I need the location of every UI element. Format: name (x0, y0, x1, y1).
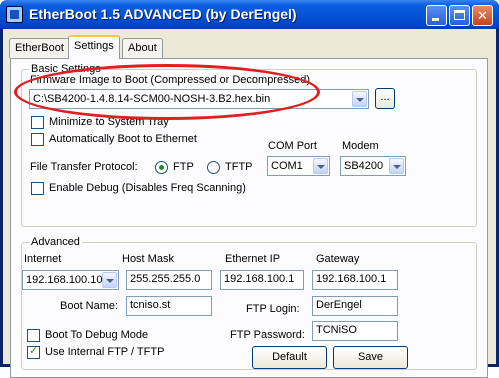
ftp-login-input[interactable]: DerEngel (312, 296, 398, 316)
internet-value: 192.168.100.10 (26, 274, 103, 286)
gateway-label: Gateway (316, 253, 360, 265)
internet-label: Internet (24, 253, 62, 265)
client-area: EtherBoot Settings About Basic Settings … (3, 29, 496, 378)
ethernet-ip-input[interactable]: 192.168.100.1 (220, 270, 304, 290)
radio-selected-dot (159, 165, 164, 170)
save-button[interactable]: Save (333, 346, 408, 369)
firmware-label: Firmware Image to Boot (Compressed or De… (30, 74, 310, 86)
ftp-radio[interactable] (155, 161, 168, 174)
debug-label: Enable Debug (Disables Freq Scanning) (49, 182, 246, 194)
firmware-select[interactable]: C:\SB4200-1.4.8.14-SCM00-NOSH-3.B2.hex.b… (29, 89, 369, 109)
debug-mode-label: Boot To Debug Mode (45, 329, 149, 341)
modem-value: SB4200 (344, 160, 384, 172)
tftp-radio[interactable] (207, 161, 220, 174)
browse-button[interactable]: ... (375, 88, 395, 109)
chevron-down-icon[interactable] (313, 158, 328, 174)
minimize-icon (432, 18, 439, 21)
advanced-group: Advanced Internet Host Mask Ethernet IP … (21, 236, 477, 370)
com-port-label: COM Port (268, 140, 317, 152)
boot-name-input[interactable]: tcniso.st (126, 296, 212, 316)
title-bar[interactable]: EtherBoot 1.5 ADVANCED (by DerEngel) ✕ (0, 0, 499, 29)
internet-select[interactable]: 192.168.100.10 (22, 270, 119, 290)
app-window: EtherBoot 1.5 ADVANCED (by DerEngel) ✕ E… (0, 0, 499, 378)
chevron-down-icon[interactable] (389, 158, 404, 174)
close-icon: ✕ (477, 8, 488, 23)
chevron-down-icon[interactable] (352, 91, 367, 107)
boot-name-label: Boot Name: (60, 300, 119, 312)
debug-mode-checkbox[interactable] (27, 329, 40, 342)
chevron-down-icon[interactable] (102, 272, 117, 288)
ftp-radio-label: FTP (173, 161, 194, 173)
auto-boot-checkbox[interactable] (31, 133, 44, 146)
tftp-radio-label: TFTP (225, 161, 253, 173)
minimize-label: Minimize to System Tray (49, 116, 169, 128)
minimize-button[interactable] (426, 5, 447, 26)
app-icon (6, 6, 23, 23)
internal-ftp-checkbox[interactable]: ✓ (27, 345, 40, 359)
internal-ftp-label: Use Internal FTP / TFTP (45, 346, 165, 358)
firmware-value: C:\SB4200-1.4.8.14-SCM00-NOSH-3.B2.hex.b… (33, 93, 271, 105)
ftp-login-label: FTP Login: (246, 303, 300, 315)
com-port-select[interactable]: COM1 (267, 156, 330, 176)
advanced-title: Advanced (29, 236, 82, 248)
settings-panel: Basic Settings Firmware Image to Boot (C… (10, 58, 488, 378)
modem-select[interactable]: SB4200 (340, 156, 406, 176)
close-button[interactable]: ✕ (472, 5, 493, 26)
gateway-input[interactable]: 192.168.100.1 (312, 270, 398, 290)
window-title: EtherBoot 1.5 ADVANCED (by DerEngel) (29, 6, 297, 22)
ftp-password-input[interactable]: TCNiSO (312, 321, 398, 341)
com-port-value: COM1 (271, 160, 303, 172)
maximize-button[interactable] (449, 5, 470, 26)
maximize-icon (454, 10, 465, 20)
debug-checkbox[interactable] (31, 182, 44, 195)
tab-about[interactable]: About (122, 38, 163, 58)
tab-settings[interactable]: Settings (68, 35, 120, 59)
default-button[interactable]: Default (252, 346, 327, 369)
protocol-label: File Transfer Protocol: (30, 161, 138, 173)
ftp-password-label: FTP Password: (230, 329, 305, 341)
auto-boot-label: Automatically Boot to Ethernet (49, 133, 197, 145)
minimize-checkbox[interactable] (31, 116, 44, 129)
host-mask-label: Host Mask (122, 253, 174, 265)
checkmark-icon: ✓ (29, 345, 39, 357)
ethernet-ip-label: Ethernet IP (225, 253, 281, 265)
modem-label: Modem (342, 140, 379, 152)
host-mask-input[interactable]: 255.255.255.0 (126, 270, 212, 290)
basic-settings-group: Basic Settings Firmware Image to Boot (C… (21, 63, 477, 227)
tab-etherboot[interactable]: EtherBoot (9, 38, 70, 58)
